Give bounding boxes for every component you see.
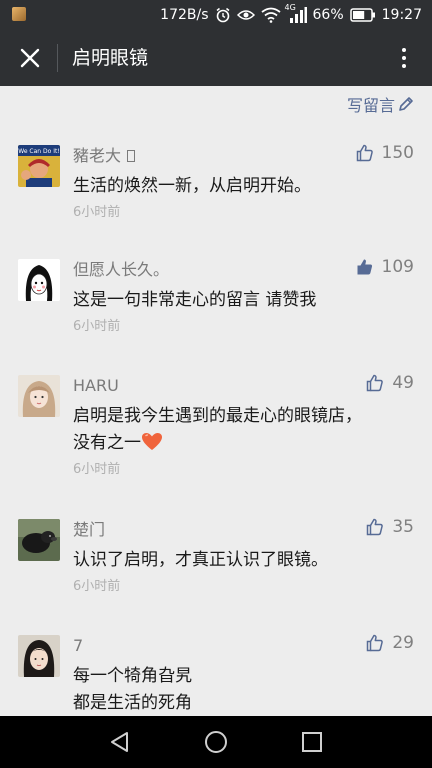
close-icon xyxy=(20,48,40,68)
home-button[interactable] xyxy=(204,730,228,754)
pencil-icon xyxy=(399,97,413,111)
avatar[interactable]: We Can Do It! xyxy=(18,145,60,187)
thumbs-up-icon xyxy=(367,518,384,536)
avatar[interactable] xyxy=(18,635,60,677)
comment-nickname: 楚门 xyxy=(73,520,106,539)
title-bar: 启明眼镜 xyxy=(0,30,432,86)
comment-nickname: 豬老大 xyxy=(73,145,136,167)
wifi-icon xyxy=(260,7,281,23)
comment-text: 认识了启明，才真正认识了眼镜。 xyxy=(73,550,328,570)
comment-text: 每一个犄角旮旯 都是生活的死角 xyxy=(73,666,192,713)
unknown-glyph-icon xyxy=(127,150,136,162)
comment-time: 6小时前 xyxy=(73,579,121,594)
comment-nickname: 7 xyxy=(73,636,84,655)
write-comment-label: 写留言 xyxy=(346,96,395,115)
back-button[interactable] xyxy=(108,730,132,754)
comment-nickname: 但愿人长久。 xyxy=(73,260,170,279)
like-count: 29 xyxy=(392,633,414,653)
thumbs-up-filled-icon xyxy=(357,259,372,275)
page-title: 启明眼镜 xyxy=(72,47,149,69)
comment-time: 6小时前 xyxy=(73,205,121,220)
like-count: 35 xyxy=(392,517,414,537)
like-count: 109 xyxy=(381,257,414,277)
thumbs-up-icon xyxy=(367,634,384,652)
more-vertical-icon xyxy=(402,48,406,52)
thumbs-up-icon xyxy=(356,144,373,162)
thumbs-up-icon xyxy=(367,374,384,392)
eye-icon xyxy=(236,10,255,20)
comment-nickname: HARU xyxy=(73,376,119,395)
like-count: 150 xyxy=(381,143,414,163)
like-button[interactable]: 109 xyxy=(356,257,414,277)
like-count: 49 xyxy=(392,373,414,393)
title-divider xyxy=(57,44,58,72)
back-triangle-icon xyxy=(111,732,128,752)
heart-emoji-icon xyxy=(142,433,162,450)
battery-icon xyxy=(349,8,375,22)
more-button[interactable] xyxy=(386,38,422,78)
clock: 19:27 xyxy=(381,7,422,23)
status-bar: 172B/s 4G 66% 19:27 xyxy=(0,0,432,30)
cellular-signal: 4G xyxy=(284,3,307,23)
navigation-bar xyxy=(0,716,432,768)
avatar[interactable] xyxy=(18,375,60,417)
like-button[interactable]: 150 xyxy=(356,143,414,163)
write-comment-link[interactable]: 写留言 xyxy=(347,92,414,116)
alarm-icon xyxy=(216,7,229,23)
network-type: 4G xyxy=(284,3,296,12)
close-button[interactable] xyxy=(10,38,50,78)
comment-time: 6小时前 xyxy=(73,319,121,334)
recents-square-icon xyxy=(302,732,322,752)
like-button[interactable]: 35 xyxy=(366,517,414,537)
like-button[interactable]: 29 xyxy=(366,633,414,653)
avatar[interactable] xyxy=(18,259,60,301)
network-speed: 172B/s xyxy=(160,7,209,23)
home-circle-icon xyxy=(205,731,227,753)
comment-list[interactable]: 写留言 We Can Do It! 豬老大 150 生活的焕然一新，从启明开始。… xyxy=(0,86,432,716)
like-button[interactable]: 49 xyxy=(366,373,414,393)
app-notification-icon xyxy=(12,7,26,21)
recents-button[interactable] xyxy=(300,730,324,754)
comment-text: 这是一句非常走心的留言 请赞我 xyxy=(73,290,317,310)
comment-text: 生活的焕然一新，从启明开始。 xyxy=(73,176,311,196)
avatar-text: We Can Do It! xyxy=(18,148,59,155)
comment-text: 启明是我今生遇到的最走心的眼镜店， 没有之一 xyxy=(73,406,362,453)
battery-percent: 66% xyxy=(312,7,344,23)
avatar[interactable] xyxy=(18,519,60,561)
comment-time: 6小时前 xyxy=(73,462,121,477)
